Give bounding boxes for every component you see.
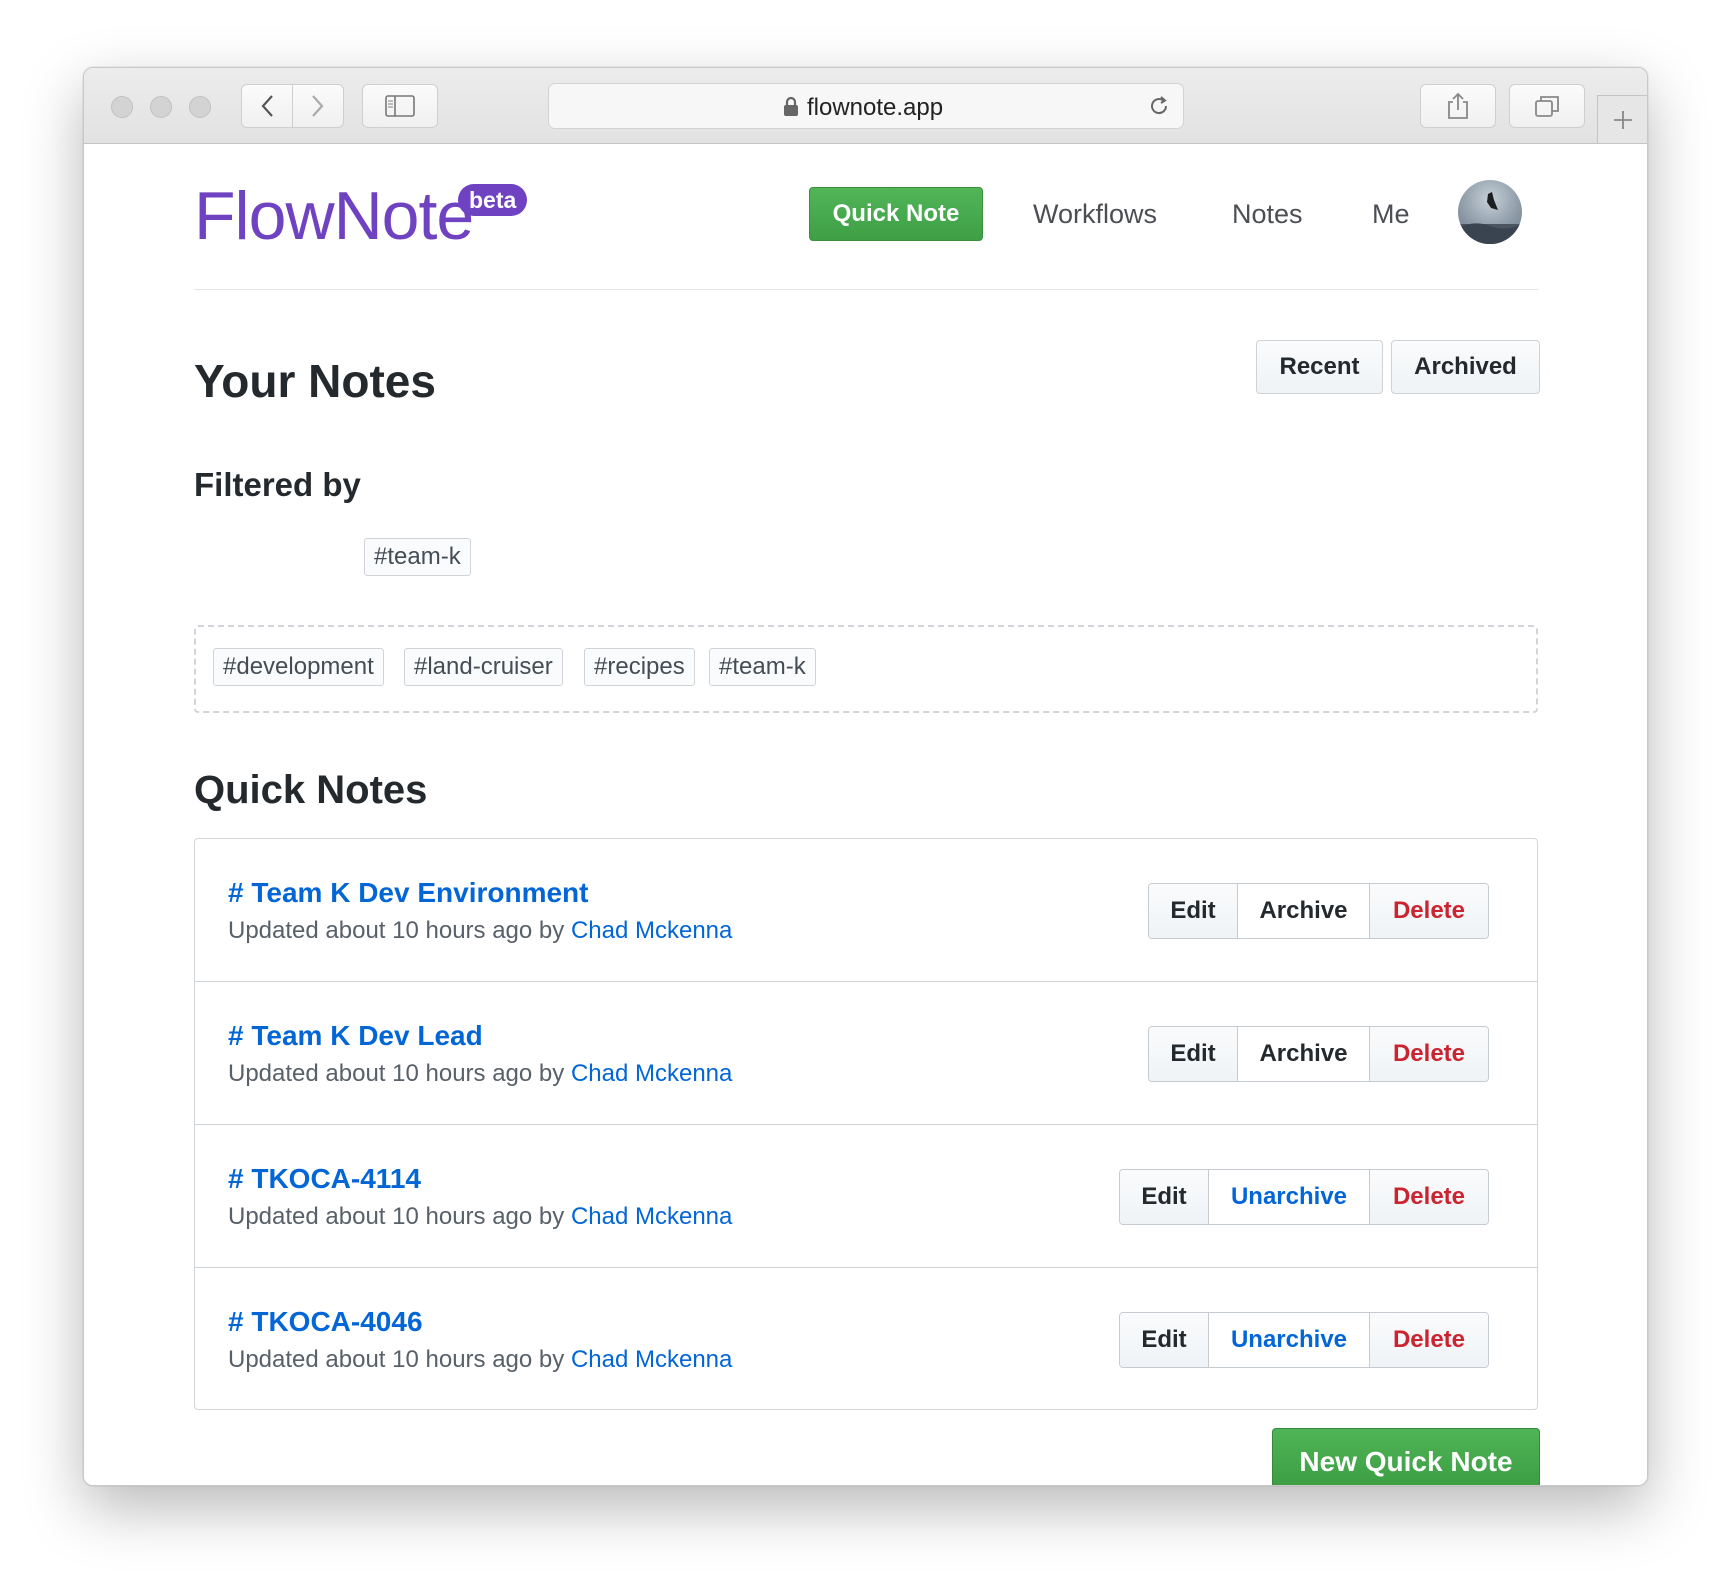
tag-recipes[interactable]: #recipes	[584, 648, 695, 686]
note-title-link[interactable]: # TKOCA-4046	[228, 1306, 423, 1338]
list-item: # TKOCA-4046 Updated about 10 hours ago …	[195, 1267, 1537, 1410]
forward-button[interactable]	[292, 84, 344, 128]
note-meta: Updated about 10 hours ago by Chad Mcken…	[228, 1060, 732, 1088]
note-title-link[interactable]: # Team K Dev Lead	[228, 1020, 483, 1052]
note-actions: Edit Archive Delete	[1148, 1026, 1489, 1082]
browser-toolbar: flownote.app	[84, 68, 1647, 144]
reload-icon[interactable]	[1147, 94, 1171, 118]
avatar-image	[1458, 192, 1522, 244]
new-quick-note-button[interactable]: New Quick Note	[1272, 1428, 1540, 1485]
beta-badge: beta	[458, 184, 528, 216]
note-meta: Updated about 10 hours ago by Chad Mcken…	[228, 917, 732, 945]
note-updated-text: Updated about 10 hours ago by	[228, 1346, 571, 1373]
archived-button[interactable]: Archived	[1391, 340, 1540, 394]
tag-land-cruiser[interactable]: #land-cruiser	[404, 648, 563, 686]
delete-button[interactable]: Delete	[1370, 1313, 1488, 1367]
delete-button[interactable]: Delete	[1370, 1027, 1488, 1081]
url-text: flownote.app	[807, 94, 944, 121]
unarchive-button[interactable]: Unarchive	[1209, 1313, 1370, 1367]
nav-notes[interactable]: Notes	[1232, 199, 1303, 230]
note-author-link[interactable]: Chad Mckenna	[571, 1060, 732, 1087]
delete-button[interactable]: Delete	[1370, 1170, 1488, 1224]
note-updated-text: Updated about 10 hours ago by	[228, 1203, 571, 1230]
page-title: Your Notes	[194, 355, 436, 407]
sidebar-icon	[385, 95, 415, 117]
note-actions: Edit Unarchive Delete	[1119, 1169, 1489, 1225]
tabs-icon	[1535, 96, 1559, 117]
active-filter-tag[interactable]: #team-k	[364, 538, 471, 576]
plus-icon	[1614, 111, 1632, 129]
note-meta: Updated about 10 hours ago by Chad Mcken…	[228, 1203, 732, 1231]
edit-button[interactable]: Edit	[1120, 1313, 1209, 1367]
section-title: Quick Notes	[194, 768, 428, 812]
page-content: FlowNote beta Quick Note Workflows Notes…	[84, 144, 1647, 1485]
sidebar-button[interactable]	[362, 84, 438, 128]
edit-button[interactable]: Edit	[1149, 884, 1238, 938]
note-title-link[interactable]: # Team K Dev Environment	[228, 877, 588, 909]
note-author-link[interactable]: Chad Mckenna	[571, 1203, 732, 1230]
nav-workflows[interactable]: Workflows	[1033, 199, 1157, 230]
address-bar[interactable]: flownote.app	[548, 83, 1184, 129]
new-tab-button[interactable]	[1597, 95, 1647, 143]
note-actions: Edit Archive Delete	[1148, 883, 1489, 939]
note-updated-text: Updated about 10 hours ago by	[228, 1060, 571, 1087]
tag-list	[194, 625, 1538, 713]
note-updated-text: Updated about 10 hours ago by	[228, 917, 571, 944]
share-icon	[1448, 92, 1468, 119]
back-button[interactable]	[241, 84, 293, 128]
close-window-button[interactable]	[111, 96, 133, 118]
archive-button[interactable]: Archive	[1238, 884, 1370, 938]
filtered-by-label: Filtered by	[194, 466, 361, 503]
note-actions: Edit Unarchive Delete	[1119, 1312, 1489, 1368]
list-item: # Team K Dev Environment Updated about 1…	[195, 839, 1537, 982]
back-icon	[261, 95, 273, 117]
zoom-window-button[interactable]	[189, 96, 211, 118]
edit-button[interactable]: Edit	[1149, 1027, 1238, 1081]
list-item: # Team K Dev Lead Updated about 10 hours…	[195, 981, 1537, 1124]
minimize-window-button[interactable]	[150, 96, 172, 118]
note-author-link[interactable]: Chad Mckenna	[571, 1346, 732, 1373]
app-logo[interactable]: FlowNote	[194, 182, 474, 250]
browser-window: flownote.app FlowNote beta Quick Note Wo…	[83, 67, 1648, 1486]
header-divider	[194, 289, 1538, 290]
lock-icon	[784, 96, 798, 116]
archive-button[interactable]: Archive	[1238, 1027, 1370, 1081]
share-button[interactable]	[1420, 84, 1496, 128]
delete-button[interactable]: Delete	[1370, 884, 1488, 938]
note-meta: Updated about 10 hours ago by Chad Mcken…	[228, 1346, 732, 1374]
edit-button[interactable]: Edit	[1120, 1170, 1209, 1224]
tag-development[interactable]: #development	[213, 648, 384, 686]
list-item: # TKOCA-4114 Updated about 10 hours ago …	[195, 1124, 1537, 1267]
notes-list: # Team K Dev Environment Updated about 1…	[194, 838, 1538, 1410]
note-author-link[interactable]: Chad Mckenna	[571, 917, 732, 944]
note-title-link[interactable]: # TKOCA-4114	[228, 1163, 421, 1195]
unarchive-button[interactable]: Unarchive	[1209, 1170, 1370, 1224]
recent-button[interactable]: Recent	[1256, 340, 1383, 394]
tabs-overview-button[interactable]	[1509, 84, 1585, 128]
avatar[interactable]	[1458, 180, 1522, 244]
tag-team-k[interactable]: #team-k	[709, 648, 816, 686]
quick-note-nav-button[interactable]: Quick Note	[809, 187, 983, 241]
nav-me[interactable]: Me	[1372, 199, 1410, 230]
forward-icon	[312, 95, 324, 117]
